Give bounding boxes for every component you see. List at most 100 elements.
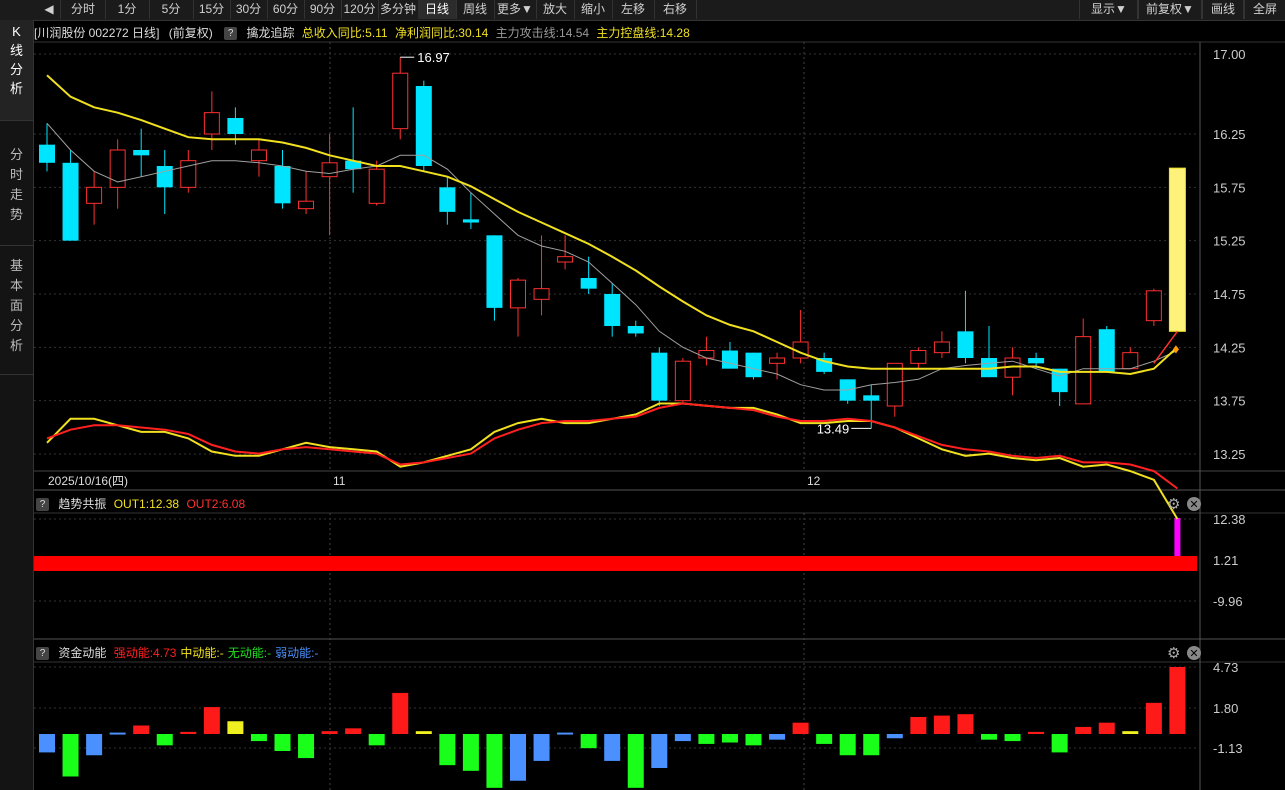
toolbar-right-button[interactable]: 前复权▼ — [1137, 0, 1203, 19]
candle-body — [321, 162, 338, 178]
candle-body — [1168, 167, 1186, 332]
date-label: 2025/10/16(四) — [48, 474, 128, 488]
toolbar-right-button[interactable]: 全屏 — [1243, 0, 1285, 19]
period-button[interactable]: 缩小 — [574, 0, 613, 19]
fund-bar — [698, 734, 715, 744]
candle-body — [745, 352, 762, 378]
out2-label: OUT2 — [186, 497, 219, 511]
out2-line — [46, 402, 1178, 490]
alert-band — [34, 556, 1197, 571]
fund-bar — [156, 734, 173, 746]
candle-body — [933, 341, 950, 354]
sidebar-tab-intraday[interactable]: 分时走势 — [0, 141, 33, 246]
price-tick-label: 17.00 — [1213, 47, 1246, 62]
candle-body — [368, 168, 385, 204]
period-button[interactable]: 更多▼ — [494, 0, 537, 19]
close-icon-glyph: ✕ — [1189, 648, 1198, 660]
fund-legend-label: 中动能: — [180, 646, 220, 660]
sidebar-tab-label: 基本面分析 — [9, 258, 23, 353]
close-icon-glyph: ✕ — [1189, 499, 1198, 511]
candle-body — [816, 358, 833, 372]
toolbar-right-button[interactable]: 显示▼ — [1079, 0, 1139, 19]
trend-tick-label: 1.21 — [1213, 553, 1238, 568]
fund-bar — [180, 731, 197, 734]
help-icon[interactable]: ? — [36, 498, 49, 512]
indicator-name: 擒龙追踪 — [246, 26, 295, 40]
candle-body — [62, 162, 79, 241]
help-icon[interactable]: ? — [36, 647, 49, 661]
out1-value: 12.38 — [149, 497, 180, 511]
period-button[interactable]: 120分 — [341, 0, 379, 19]
period-button[interactable]: 90分 — [304, 0, 342, 19]
gear-icon: ⚙ — [1167, 496, 1180, 513]
period-button[interactable]: 周线 — [456, 0, 495, 19]
period-button[interactable]: 左移 — [612, 0, 655, 19]
candle-body — [769, 357, 786, 364]
fund-tick-label: 4.73 — [1213, 660, 1238, 675]
price-tick-label: 15.25 — [1213, 234, 1246, 249]
period-button[interactable]: 多分钟 — [378, 0, 419, 19]
fund-bar — [368, 734, 385, 746]
help-icon[interactable]: ? — [224, 27, 238, 41]
period-button[interactable]: 放大 — [536, 0, 575, 19]
candle-body — [910, 350, 927, 364]
candle-body — [674, 360, 691, 402]
candle-body — [1075, 336, 1092, 405]
candle-body — [1145, 290, 1162, 322]
candle-body — [698, 350, 715, 359]
fund-bar — [227, 721, 244, 734]
gear-icon: ⚙ — [1167, 645, 1180, 662]
candle-body — [1028, 358, 1045, 364]
candle-body — [981, 358, 997, 378]
price-tick-label: 14.25 — [1213, 340, 1246, 355]
sidebar-tab-kline[interactable]: K线分析 — [0, 20, 33, 121]
candle-body — [486, 235, 503, 308]
fund-bar — [1169, 667, 1186, 734]
rocket-icon: ♦ — [1172, 340, 1179, 356]
kline-chart: 17.00 16.25 15.75 15.25 14.75 14.25 13.75 13.25… — [34, 41, 1285, 790]
trend-tick-label: -9.96 — [1213, 594, 1243, 609]
period-button[interactable]: 60分 — [267, 0, 305, 19]
candle-body — [886, 362, 903, 407]
adjust-mode: (前复权) — [168, 26, 213, 40]
stock-title: 川润股份 002272 日线 — [37, 26, 157, 40]
fund-bar — [651, 734, 668, 768]
sidebar-tab-fundamentals[interactable]: 基本面分析 — [0, 246, 33, 375]
fund-bar — [792, 722, 809, 734]
fund-tick-label: -1.13 — [1213, 741, 1243, 756]
fund-bar — [910, 717, 927, 734]
fund-bar — [839, 734, 856, 756]
attack-label: 主力攻击线: — [495, 26, 560, 40]
fund-bar — [816, 734, 833, 744]
fund-legend-value: - — [314, 646, 319, 660]
period-button[interactable]: 5分 — [149, 0, 194, 19]
candle-body — [180, 160, 197, 188]
price-tick-label: 13.75 — [1213, 394, 1246, 409]
fund-legend-value: - — [219, 646, 224, 660]
candle-body — [415, 86, 432, 166]
period-button[interactable]: 15分 — [193, 0, 231, 19]
candle-body — [792, 341, 809, 359]
fund-bar — [298, 734, 315, 759]
main-chart-header: [川润股份 002272 日线] (前复权) ? 擒龙追踪 总收入同比:5.11… — [34, 26, 690, 41]
price-tick-label: 16.25 — [1213, 127, 1246, 142]
collapse-icon[interactable]: ◀ — [38, 0, 61, 19]
period-button[interactable]: 分时 — [61, 0, 106, 19]
period-button[interactable]: 日线 — [418, 0, 457, 19]
candle-body — [39, 144, 55, 163]
period-button[interactable]: 右移 — [654, 0, 697, 19]
toolbar-right-button[interactable]: 画线 — [1201, 0, 1245, 19]
fund-legend-label: 弱动能: — [275, 646, 315, 660]
fund-bar — [39, 734, 55, 753]
candle-body — [557, 256, 574, 263]
period-button[interactable]: 30分 — [230, 0, 268, 19]
fund-bar — [462, 734, 479, 771]
candle-body — [133, 150, 150, 156]
fund-bar — [1098, 722, 1115, 734]
period-button[interactable]: 1分 — [105, 0, 150, 19]
revenue-value: 5.11 — [365, 26, 388, 40]
trend-title: 趋势共振 — [58, 497, 107, 511]
trend-panel-header: ? 趋势共振 OUT1:12.38 OUT2:6.08 — [34, 495, 245, 513]
candle-body — [298, 200, 315, 210]
low-annotation: 13.49 — [817, 421, 850, 436]
